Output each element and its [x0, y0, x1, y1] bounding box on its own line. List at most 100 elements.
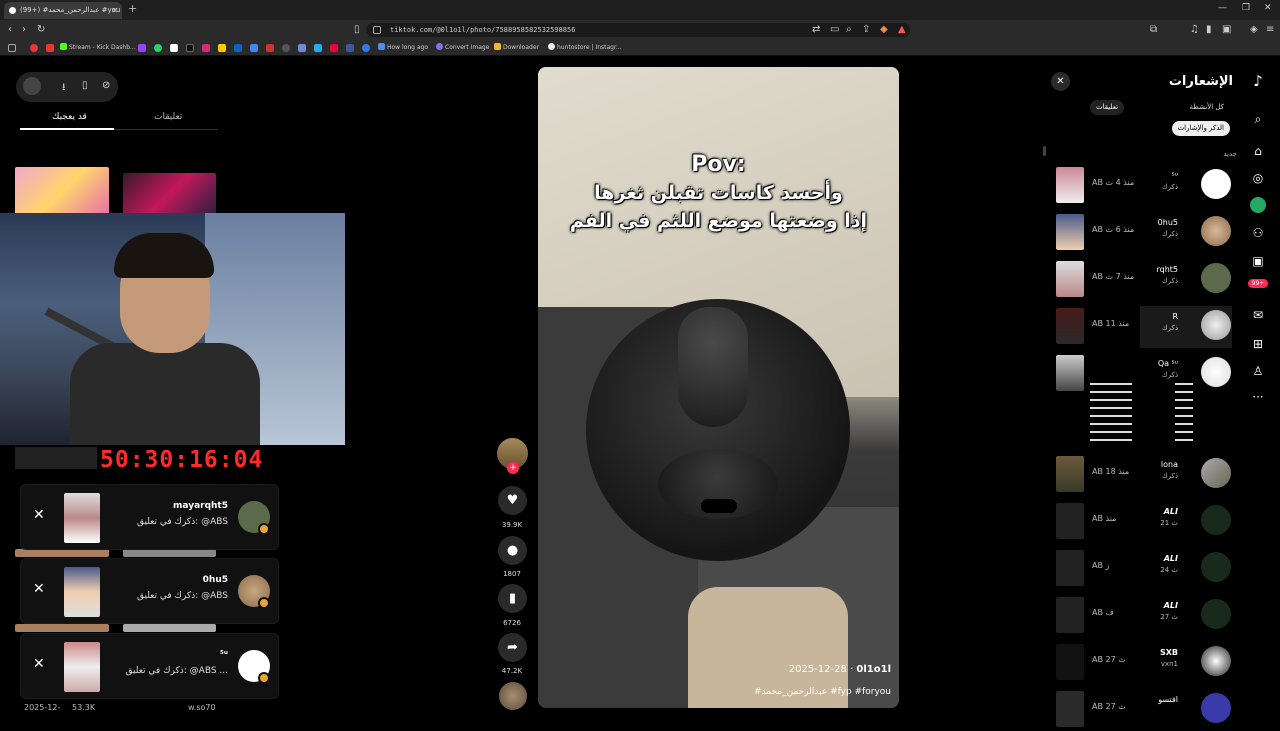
bookmark-page-icon[interactable]: ▯: [354, 24, 360, 35]
bookmark-kick[interactable]: Stream - Kick Dashb...: [60, 43, 136, 51]
bookmark-icon[interactable]: [266, 44, 274, 52]
shield-icon[interactable]: ◈: [1250, 24, 1258, 35]
avatar: [1201, 169, 1231, 199]
video-player[interactable]: Pov: وأحسد كاسات تقبلن ثغرها إذا وضعتها …: [538, 67, 899, 708]
bookmark-icon[interactable]: [30, 44, 38, 52]
phone-icon[interactable]: ▯: [82, 80, 88, 91]
video-hashtags[interactable]: #عبدالرحمن_محمد #fyp #foryou: [754, 687, 891, 697]
tab-you-may-like[interactable]: قد يعجبك: [52, 112, 87, 122]
follow-button[interactable]: +: [507, 462, 519, 474]
site-info-icon[interactable]: [373, 26, 381, 34]
x-icon[interactable]: [170, 44, 178, 52]
list-item[interactable]: AB منذ 11 R ذكرك: [1040, 306, 1240, 348]
creator-handle[interactable]: w.so70: [188, 703, 216, 712]
list-item[interactable]: AB 27 ث SXB vxn1: [1040, 642, 1240, 684]
close-window-icon[interactable]: ✕: [1264, 3, 1272, 13]
home-icon[interactable]: ⌂: [1250, 143, 1266, 159]
discord-icon[interactable]: [298, 44, 306, 52]
notification-toast[interactable]: ✕ 0hu5 ذكرك في تعليق: @ABS: [20, 558, 279, 624]
tiktok-icon[interactable]: [186, 44, 194, 52]
back-icon[interactable]: ‹: [8, 24, 12, 35]
bookmark-huntostore[interactable]: huntostore | Instagr...: [548, 43, 622, 51]
menu-icon[interactable]: ≡: [1266, 24, 1274, 35]
bookmark-convert-image[interactable]: Convert Image: [436, 43, 489, 51]
bookmark-icon[interactable]: [362, 44, 370, 52]
author-handle[interactable]: 0l1o1l: [856, 664, 891, 675]
bookmark-icon[interactable]: [250, 44, 258, 52]
wallet-icon[interactable]: ▣: [1222, 24, 1231, 35]
list-item[interactable]: AB منذ ALI 21 ث: [1040, 501, 1240, 543]
list-item[interactable]: AB منذ 18 lona ذكرك: [1040, 454, 1240, 496]
bookmark-icon[interactable]: [346, 44, 354, 52]
maximize-icon[interactable]: ❐: [1242, 3, 1250, 13]
sound-disc[interactable]: [499, 682, 527, 710]
notification-toast[interactable]: ✕ mayarqht5 ذكرك في تعليق: @ABS: [20, 484, 279, 550]
zoom-icon[interactable]: ⌕: [846, 24, 852, 35]
profile-icon[interactable]: ♙: [1250, 363, 1266, 379]
upload-icon[interactable]: ⊞: [1250, 336, 1266, 352]
tiktok-logo-icon[interactable]: ♪: [1250, 73, 1266, 89]
bookmark-icon[interactable]: [314, 44, 322, 52]
twitch-icon[interactable]: [138, 44, 146, 52]
bookmark-how-long-ago[interactable]: How long ago: [378, 43, 428, 51]
bookmark-icon[interactable]: [330, 44, 338, 52]
close-icon[interactable]: ✕: [33, 507, 45, 523]
following-icon[interactable]: ⚇: [1250, 225, 1266, 241]
avatar[interactable]: [1250, 197, 1266, 213]
instagram-icon[interactable]: [202, 44, 210, 52]
like-button[interactable]: ♥: [498, 486, 527, 515]
sidebar-toggle-icon[interactable]: ▮: [1206, 24, 1212, 35]
recommended-video-thumb[interactable]: [15, 167, 109, 215]
more-icon[interactable]: ···: [1250, 389, 1266, 405]
bookmark-icon[interactable]: [234, 44, 242, 52]
cast-icon[interactable]: ▭: [830, 24, 839, 35]
share-icon[interactable]: ⇪: [862, 24, 870, 35]
list-item[interactable]: AB منذ 6 ث 0hu5 ذكرك: [1040, 212, 1240, 254]
apps-icon[interactable]: [8, 44, 16, 52]
list-item[interactable]: AB منذ 7 ث rqht5 ذكرك: [1040, 259, 1240, 301]
creator-avatar[interactable]: [23, 77, 41, 95]
save-button[interactable]: ▮: [498, 584, 527, 613]
brave-shield-icon[interactable]: ◆: [880, 24, 888, 35]
filter-all-activity[interactable]: كل الأنشطة: [1190, 103, 1224, 111]
recommended-video-thumb[interactable]: [123, 173, 216, 215]
notification-toast[interactable]: ✕ ⁵ᵘ ذكرك في تعليق: @ABS ...: [20, 633, 279, 699]
new-tab-icon[interactable]: +: [128, 2, 137, 15]
close-icon[interactable]: ✕: [33, 581, 45, 597]
list-item[interactable]: Qa ⁵ᵘ ذكرك: [1040, 353, 1240, 453]
inbox-icon[interactable]: ✉: [1250, 307, 1266, 323]
search-icon[interactable]: ⌕: [1250, 111, 1266, 127]
link-icon[interactable]: ⊘: [102, 80, 110, 91]
tab-comments[interactable]: تعليقات: [154, 112, 182, 122]
download-icon[interactable]: ⭳: [62, 80, 66, 97]
live-icon[interactable]: ▣: [1250, 253, 1266, 269]
filter-mentions[interactable]: الذكر والإشارات: [1171, 121, 1230, 136]
snapchat-icon[interactable]: [218, 44, 226, 52]
media-icon[interactable]: ♫: [1190, 24, 1199, 35]
extension-icon[interactable]: ⧉: [1150, 24, 1157, 35]
bookmark-icon[interactable]: [282, 44, 290, 52]
list-item[interactable]: AB ف ALI 27 ث: [1040, 595, 1240, 637]
comment-button[interactable]: ●: [498, 536, 527, 565]
reload-icon[interactable]: ↻: [37, 24, 45, 35]
whatsapp-icon[interactable]: [154, 44, 162, 52]
url-field[interactable]: tiktok.com/@0l1o1l/photo/758895858253259…: [366, 23, 910, 37]
scrollbar[interactable]: [1043, 146, 1046, 156]
rewards-icon[interactable]: ▲: [898, 24, 906, 35]
close-icon[interactable]: ✕: [33, 656, 45, 672]
share-button[interactable]: ➦: [498, 633, 527, 662]
bookmark-icon[interactable]: [46, 44, 54, 52]
browser-tab[interactable]: (99+) #عبدالرحمن_محمد #you ✕: [4, 2, 122, 19]
explore-icon[interactable]: ◎: [1250, 170, 1266, 186]
close-tab-icon[interactable]: ✕: [111, 2, 118, 19]
share-count: 47.2K: [501, 667, 523, 675]
list-item[interactable]: AB 27 ث افتسو: [1040, 689, 1240, 731]
filter-comments[interactable]: تعليقات: [1090, 100, 1125, 115]
bookmark-downloader[interactable]: Downloader: [494, 43, 539, 51]
comment-icon: ●: [506, 543, 519, 558]
list-item[interactable]: AB منذ 4 ث ⁵ᵘ ذكرك: [1040, 165, 1240, 207]
minimize-icon[interactable]: —: [1218, 3, 1227, 13]
forward-icon[interactable]: ›: [22, 24, 26, 35]
translate-icon[interactable]: ⇄: [812, 24, 820, 35]
list-item[interactable]: AB ز ALI 24 ث: [1040, 548, 1240, 590]
